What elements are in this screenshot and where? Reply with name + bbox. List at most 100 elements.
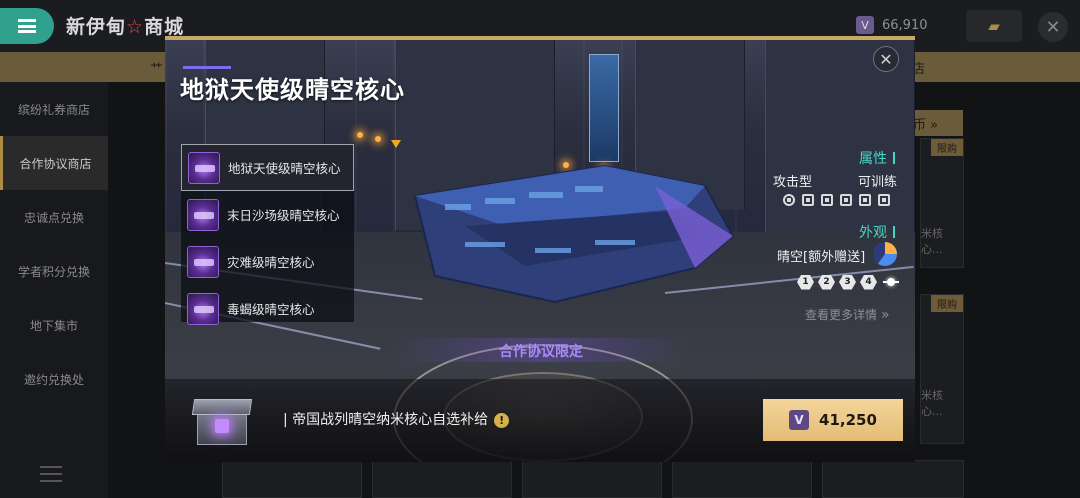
limited-label: 合作协议限定 bbox=[499, 344, 583, 360]
info-icon[interactable]: ! bbox=[494, 413, 510, 428]
section-bar-icon bbox=[893, 152, 895, 164]
attributes-title-text: 属性 bbox=[859, 151, 887, 167]
crest-icon: V bbox=[856, 16, 874, 34]
supply-name: | 帝国战列晴空纳米核心自选补给! bbox=[283, 409, 510, 429]
modal-close-button[interactable]: ✕ bbox=[873, 46, 899, 72]
limited-banner: 合作协议限定 bbox=[391, 338, 691, 362]
modal-title: 地狱天使级晴空核心 bbox=[180, 76, 405, 104]
item-detail-modal: ✕ 地狱天使级晴空核心 地狱天使级晴空核心 末日沙场级晴空核心 灾难级晴空核心 … bbox=[165, 36, 915, 462]
sidebar-item-cooperation-shop[interactable]: 合作协议商店 bbox=[0, 136, 108, 190]
core-thumbnail-icon bbox=[188, 151, 220, 184]
buy-button[interactable]: V 41,250 bbox=[763, 399, 903, 441]
level-icon: 2 bbox=[818, 274, 835, 290]
shop-title-part2: 商城 bbox=[144, 16, 185, 38]
core-label: 地狱天使级晴空核心 bbox=[228, 161, 341, 176]
slot-icon bbox=[821, 194, 833, 206]
level-icon: 4 bbox=[860, 274, 877, 290]
shop-title-part1: 新伊甸 bbox=[66, 16, 127, 38]
star-icon: ☆ bbox=[126, 16, 145, 38]
ship-model bbox=[413, 164, 735, 304]
appearance-name: 晴空[额外赠送] bbox=[777, 250, 866, 265]
appearance-title: 外观 bbox=[859, 222, 895, 242]
card-text: 米核心... bbox=[921, 389, 943, 418]
shop-title: 新伊甸☆商城 bbox=[66, 12, 184, 39]
shop-card[interactable] bbox=[222, 460, 362, 498]
sidebar-item-label: 地下集市 bbox=[29, 318, 78, 333]
core-item-doomsday[interactable]: 末日沙场级晴空核心 bbox=[181, 191, 354, 238]
sidebar-item-label: 合作协议商店 bbox=[19, 156, 92, 171]
supply-name-text: | 帝国战列晴空纳米核心自选补给 bbox=[283, 412, 489, 428]
shop-card[interactable] bbox=[372, 460, 512, 498]
hamburger-icon bbox=[18, 19, 36, 33]
core-item-hell-angel[interactable]: 地狱天使级晴空核心 bbox=[181, 144, 354, 191]
core-label: 毒蝎级晴空核心 bbox=[227, 302, 315, 317]
slot-icon bbox=[802, 194, 814, 206]
shop-card[interactable]: 限购 米核心... bbox=[920, 138, 964, 268]
attributes-title: 属性 bbox=[859, 148, 895, 168]
sidebar-item-loyalty-exchange[interactable]: 忠诚点兑换 bbox=[0, 190, 108, 244]
close-icon: ✕ bbox=[1045, 16, 1061, 38]
screen: 新伊甸☆商城 V 66,910 ▰ ✕ 艹 店 缤纷礼券商店 合作协议商店 忠诚… bbox=[0, 0, 1080, 498]
sidebar-item-label: 忠诚点兑换 bbox=[23, 210, 84, 225]
sidebar-item-label: 邀约兑换处 bbox=[23, 372, 84, 387]
shop-card[interactable]: 限购 米核心... bbox=[920, 294, 964, 444]
limit-tag: 限购 bbox=[931, 139, 963, 156]
purchase-panel: | 帝国战列晴空纳米核心自选补给! V 41,250 bbox=[165, 379, 915, 462]
sidebar-item-underground-market[interactable]: 地下集市 bbox=[0, 298, 108, 352]
ticket-icon: ▰ bbox=[988, 17, 1000, 35]
core-item-scorpion[interactable]: 毒蝎级晴空核心 bbox=[181, 285, 354, 332]
shop-close-button[interactable]: ✕ bbox=[1038, 12, 1068, 42]
marker-icon bbox=[391, 140, 401, 148]
core-thumbnail-icon bbox=[187, 292, 219, 325]
hangar-lamp bbox=[357, 132, 363, 138]
ticket-button[interactable]: ▰ bbox=[966, 10, 1022, 42]
level-icon: 3 bbox=[839, 274, 856, 290]
level-icon: 1 bbox=[797, 274, 814, 290]
sidebar-item-invite-exchange[interactable]: 邀约兑换处 bbox=[0, 352, 108, 406]
menu-button[interactable] bbox=[0, 8, 54, 44]
close-icon: ✕ bbox=[879, 49, 893, 69]
sidebar-item-scholar-exchange[interactable]: 学者积分兑换 bbox=[0, 244, 108, 298]
shop-card[interactable] bbox=[672, 460, 812, 498]
hangar-banner bbox=[589, 54, 619, 162]
sidebar-item-coupon-shop[interactable]: 缤纷礼券商店 bbox=[0, 82, 108, 136]
supply-chest-icon bbox=[191, 397, 253, 447]
core-list: 地狱天使级晴空核心 末日沙场级晴空核心 灾难级晴空核心 毒蝎级晴空核心 bbox=[181, 144, 354, 325]
slot-icon bbox=[878, 194, 890, 206]
slot-icon bbox=[840, 194, 852, 206]
sidebar: 缤纷礼券商店 合作协议商店 忠诚点兑换 学者积分兑换 地下集市 邀约兑换处 bbox=[0, 82, 108, 498]
section-bar-icon bbox=[893, 226, 895, 238]
core-label: 灾难级晴空核心 bbox=[227, 255, 315, 270]
currency-amount: 66,910 bbox=[882, 17, 928, 33]
sun-icon bbox=[883, 274, 899, 290]
double-chevron-icon: » bbox=[881, 307, 890, 323]
currency-display: V 66,910 bbox=[856, 16, 928, 34]
slot-icon bbox=[783, 194, 795, 206]
attribute-trainable: 可训练 bbox=[858, 175, 898, 190]
card-text: 米核心... bbox=[921, 227, 943, 256]
shop-card[interactable] bbox=[522, 460, 662, 498]
core-label: 末日沙场级晴空核心 bbox=[227, 208, 340, 223]
sidebar-item-label: 学者积分兑换 bbox=[17, 264, 90, 279]
core-item-calamity[interactable]: 灾难级晴空核心 bbox=[181, 238, 354, 285]
attribute-type: 攻击型 bbox=[773, 175, 813, 190]
appearance-title-text: 外观 bbox=[859, 225, 887, 241]
sidebar-item-label: 缤纷礼券商店 bbox=[17, 102, 90, 117]
more-details-link[interactable]: 查看更多详情» bbox=[805, 306, 890, 323]
paint-icon[interactable] bbox=[873, 242, 897, 266]
crest-icon: V bbox=[789, 410, 810, 430]
hangar-lamp bbox=[375, 136, 381, 142]
limit-tag: 限购 bbox=[931, 295, 963, 312]
title-accent bbox=[183, 66, 231, 69]
appearance-levels: 1 2 3 4 bbox=[797, 274, 899, 290]
buy-price: 41,250 bbox=[819, 411, 877, 429]
core-thumbnail-icon bbox=[187, 245, 219, 278]
core-thumbnail-icon bbox=[187, 198, 219, 231]
shop-card[interactable] bbox=[822, 460, 964, 498]
sidebar-menu-icon[interactable] bbox=[40, 466, 62, 482]
hangar-pillar bbox=[765, 40, 915, 250]
more-details-text: 查看更多详情 bbox=[805, 308, 878, 322]
slot-icon bbox=[859, 194, 871, 206]
tab-left[interactable]: 艹 bbox=[150, 58, 163, 77]
attribute-slots bbox=[783, 194, 890, 206]
